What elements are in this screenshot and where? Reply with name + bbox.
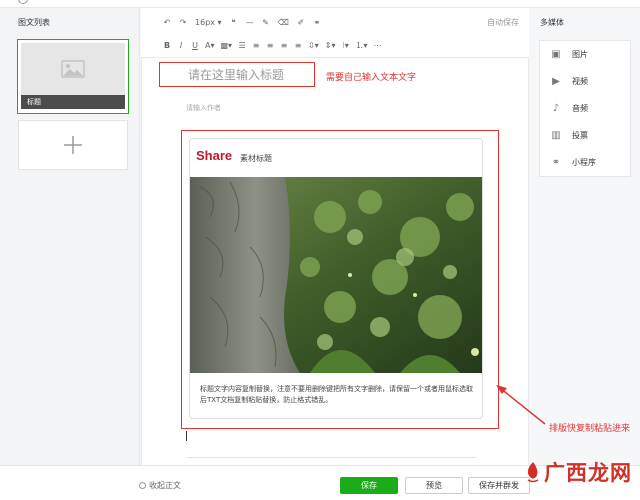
collapse-icon bbox=[139, 482, 146, 489]
blockquote-icon[interactable]: ❝ bbox=[230, 17, 238, 29]
material-brand: Share bbox=[196, 148, 233, 163]
watermark-logo-icon bbox=[527, 462, 539, 483]
media-item-label: 图片 bbox=[572, 50, 588, 59]
toolbar-row-1: ↶ ↷ 16px ▾ ❝ — ✎ ⌫ ✐ ⚭ bbox=[163, 16, 321, 30]
line-height-icon[interactable]: ⇕▾ bbox=[325, 40, 336, 52]
clock-icon bbox=[18, 0, 28, 4]
collapse-label: 收起正文 bbox=[149, 481, 181, 490]
article-list-heading: 图文列表 bbox=[18, 18, 50, 27]
material-card[interactable]: Share 素材标题 标题文字内容复制替换，注意不要用删除键把所有文字删除，请保… bbox=[189, 138, 483, 419]
media-item-label: 视频 bbox=[572, 77, 588, 86]
more-icon[interactable]: ⋯ bbox=[374, 40, 382, 52]
top-header bbox=[0, 0, 640, 8]
indent-icon[interactable]: ☰ bbox=[238, 40, 246, 52]
image-placeholder-icon bbox=[61, 60, 85, 78]
article-list-panel: 图文列表 标题 bbox=[0, 8, 140, 465]
material-body-text: 标题文字内容复制替换，注意不要用删除键把所有文字删除，请保留一个或者用鼠标选取后… bbox=[200, 385, 473, 404]
watermark-text: 广西龙网 bbox=[544, 461, 632, 485]
video-icon: ▶ bbox=[552, 76, 560, 87]
align-justify-icon[interactable]: ≡ bbox=[294, 40, 302, 52]
redo-icon[interactable]: ↷ bbox=[179, 17, 187, 29]
media-panel: 多媒体 ▣ 图片 ▶ 视频 ♪ 音频 ▥ 投票 ⚭ 小程序 bbox=[530, 8, 640, 465]
font-size-select[interactable]: 16px ▾ bbox=[195, 17, 222, 29]
bar-chart-icon: ▥ bbox=[551, 130, 561, 141]
article-caption: 标题 bbox=[21, 95, 125, 109]
toolbar-row-2: B I U A▾ ▩▾ ☰ ≡ ≡ ≡ ≡ ⇳▾ ⇕▾ ⁝▾ ⒈▾ ⋯ bbox=[163, 39, 382, 53]
editor-divider bbox=[186, 457, 476, 458]
font-color-icon[interactable]: A▾ bbox=[205, 40, 215, 52]
article-card[interactable]: 标题 bbox=[17, 39, 129, 114]
title-input[interactable] bbox=[159, 62, 315, 87]
image-icon: ▣ bbox=[551, 49, 561, 60]
collapse-body-toggle[interactable]: 收起正文 bbox=[139, 480, 181, 491]
link-icon: ⚭ bbox=[551, 157, 561, 168]
clear-format-icon[interactable]: ⌫ bbox=[278, 17, 289, 29]
media-item-audio[interactable]: ♪ 音频 bbox=[540, 95, 630, 122]
ordered-list-icon[interactable]: ⒈▾ bbox=[356, 40, 368, 52]
media-panel-heading: 多媒体 bbox=[540, 18, 564, 27]
font-size-value: 16px bbox=[195, 18, 215, 27]
align-right-icon[interactable]: ≡ bbox=[280, 40, 288, 52]
media-item-video[interactable]: ▶ 视频 bbox=[540, 68, 630, 95]
media-item-label: 小程序 bbox=[572, 158, 596, 167]
underline-icon[interactable]: U bbox=[191, 40, 199, 52]
text-cursor bbox=[186, 431, 187, 441]
media-item-label: 投票 bbox=[572, 131, 588, 140]
article-thumbnail bbox=[21, 43, 125, 95]
bold-icon[interactable]: B bbox=[163, 40, 171, 52]
align-left-icon[interactable]: ≡ bbox=[252, 40, 260, 52]
author-input[interactable] bbox=[186, 101, 326, 115]
media-list: ▣ 图片 ▶ 视频 ♪ 音频 ▥ 投票 ⚭ 小程序 bbox=[539, 40, 631, 177]
format-painter-icon[interactable]: ✎ bbox=[262, 17, 270, 29]
background-color-icon[interactable]: ▩▾ bbox=[221, 40, 233, 52]
link-icon[interactable]: ⚭ bbox=[313, 17, 321, 29]
add-article-button[interactable] bbox=[18, 120, 128, 170]
paste-annotation: 排版快复制粘贴进来 bbox=[549, 424, 631, 434]
pen-icon[interactable]: ✐ bbox=[297, 17, 305, 29]
material-title: 素材标题 bbox=[240, 154, 272, 163]
save-button[interactable]: 保存 bbox=[340, 477, 398, 494]
editor-toolbar: ↶ ↷ 16px ▾ ❝ — ✎ ⌫ ✐ ⚭ 自动保存 B I U A▾ ▩▾ … bbox=[141, 8, 529, 58]
undo-icon[interactable]: ↶ bbox=[163, 17, 171, 29]
media-item-label: 音频 bbox=[572, 104, 588, 113]
material-photo bbox=[190, 177, 482, 373]
divider-icon[interactable]: — bbox=[246, 17, 254, 29]
unordered-list-icon[interactable]: ⁝▾ bbox=[342, 40, 350, 52]
title-annotation: 需要自己输入文本文字 bbox=[326, 73, 417, 83]
plus-icon bbox=[64, 136, 82, 154]
media-item-vote[interactable]: ▥ 投票 bbox=[540, 122, 630, 149]
site-watermark: 广西龙网 bbox=[524, 452, 632, 492]
save-and-send-button[interactable]: 保存并群发 bbox=[468, 477, 530, 494]
row-spacing-icon[interactable]: ⇳▾ bbox=[308, 40, 319, 52]
preview-button[interactable]: 预览 bbox=[405, 477, 463, 494]
align-center-icon[interactable]: ≡ bbox=[266, 40, 274, 52]
autosave-status: 自动保存 bbox=[487, 18, 519, 27]
media-item-image[interactable]: ▣ 图片 bbox=[540, 41, 630, 68]
editor-area: 需要自己输入文本文字 Share 素材标题 bbox=[141, 58, 529, 465]
microphone-icon: ♪ bbox=[552, 103, 560, 114]
paste-area-frame: Share 素材标题 标题文字内容复制替换，注意不要用删除键把所有文字删除，请保… bbox=[181, 130, 499, 429]
media-item-miniprogram[interactable]: ⚭ 小程序 bbox=[540, 149, 630, 176]
italic-icon[interactable]: I bbox=[177, 40, 185, 52]
